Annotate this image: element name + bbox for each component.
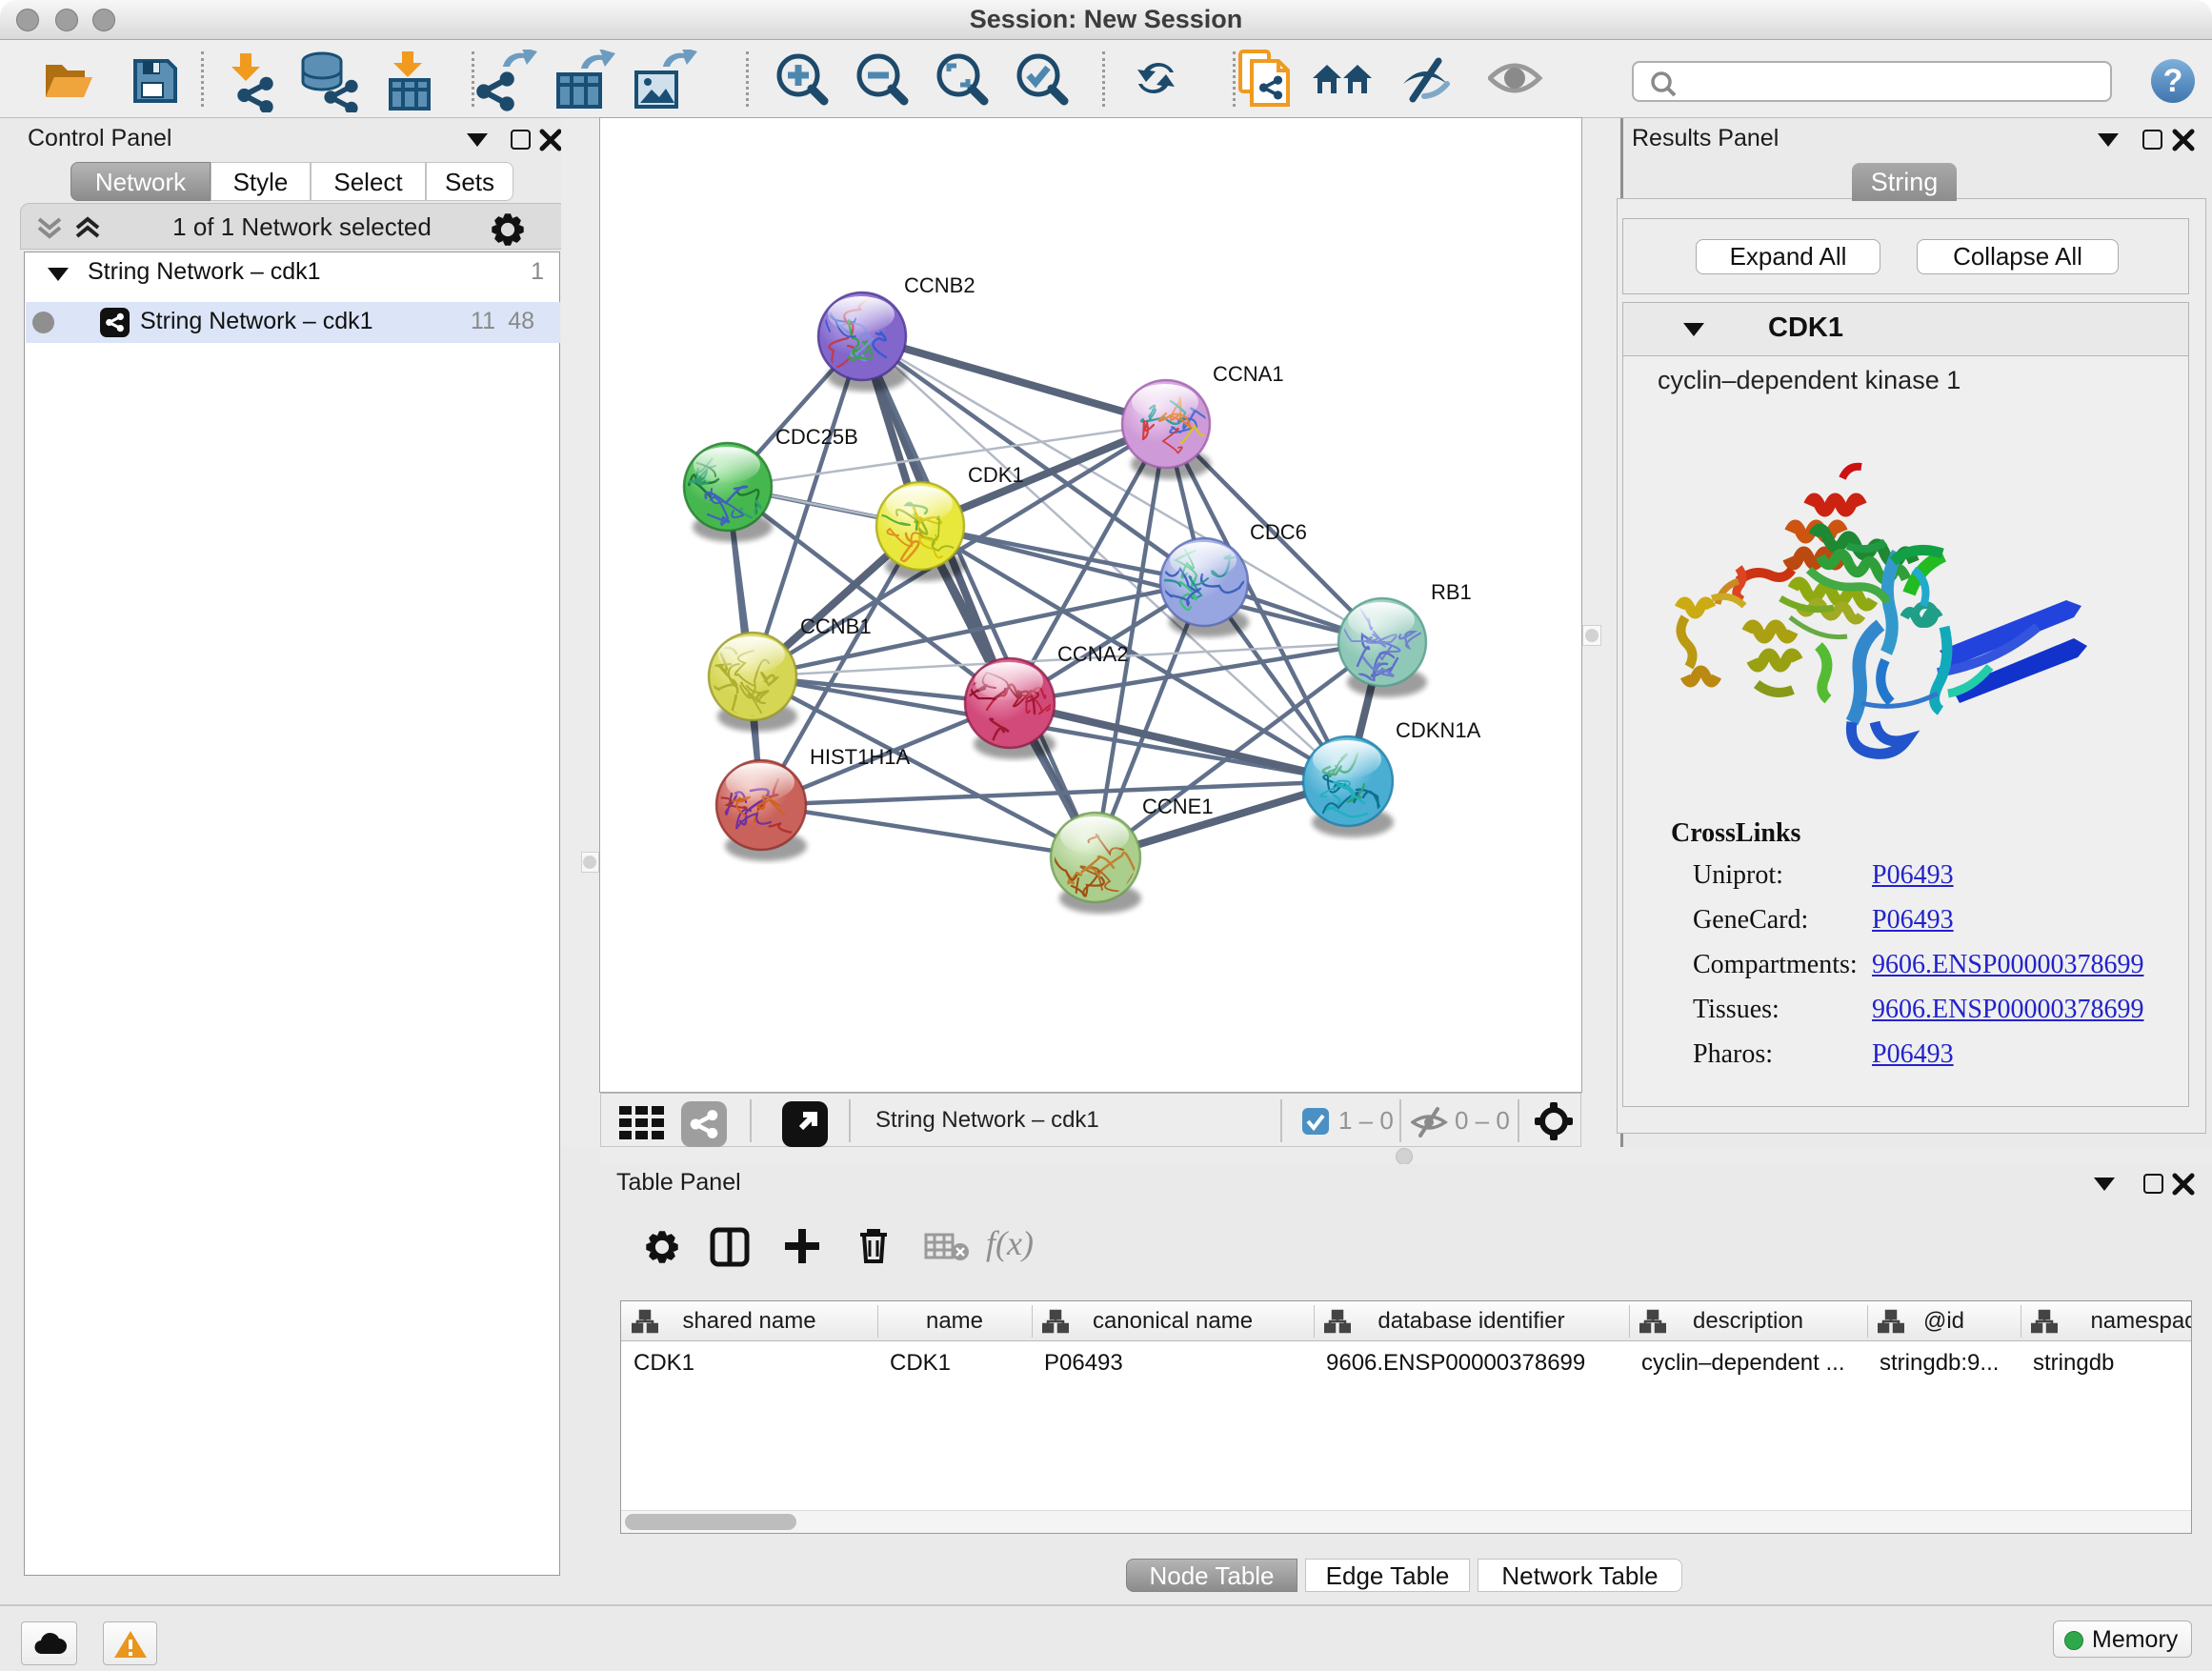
svg-text:HIST1H1A: HIST1H1A xyxy=(810,745,910,769)
svg-text:RB1: RB1 xyxy=(1431,580,1472,604)
svg-text:CDKN1A: CDKN1A xyxy=(1396,718,1481,742)
svg-text:CCNA2: CCNA2 xyxy=(1057,642,1129,666)
svg-text:CCNB2: CCNB2 xyxy=(904,273,975,297)
svg-text:CCNA1: CCNA1 xyxy=(1213,362,1284,386)
svg-text:CCNB1: CCNB1 xyxy=(800,614,872,638)
svg-text:CCNE1: CCNE1 xyxy=(1142,795,1214,818)
svg-text:CDC6: CDC6 xyxy=(1250,520,1307,544)
svg-text:CDC25B: CDC25B xyxy=(775,425,858,449)
svg-text:CDK1: CDK1 xyxy=(968,463,1024,487)
